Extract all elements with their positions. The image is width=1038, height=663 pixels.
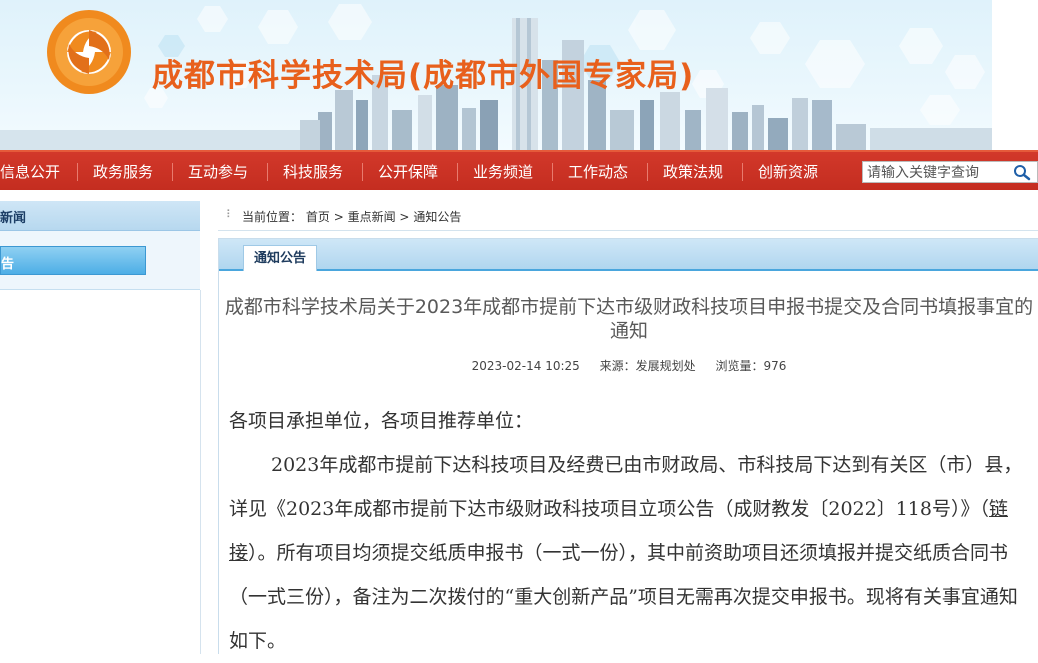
- main-nav: 信息公开 政务服务 互动参与 科技服务 公开保障 业务频道 工作动态 政策法规 …: [0, 150, 1038, 190]
- sidebar-title: 新闻: [0, 211, 27, 226]
- article-views: 浏览量：976: [715, 359, 787, 373]
- sidebar-item-notice[interactable]: 告: [0, 246, 146, 275]
- nav-item-tech-service[interactable]: 科技服务: [283, 152, 343, 190]
- nav-item-business-channel[interactable]: 业务频道: [473, 152, 533, 190]
- article-date: 2023-02-14 10:25: [471, 359, 580, 373]
- nav-item-work-news[interactable]: 工作动态: [568, 152, 628, 190]
- breadcrumb-notice-link[interactable]: 通知公告: [413, 210, 461, 224]
- sidebar-body: [0, 290, 201, 654]
- header-banner: 成都市科学技术局(成都市外国专家局): [0, 0, 1038, 150]
- nav-item-interaction[interactable]: 互动参与: [188, 152, 248, 190]
- nav-divider: [457, 163, 458, 181]
- article-greeting: 各项目承担单位，各项目推荐单位：: [229, 410, 534, 432]
- nav-item-public-guarantee[interactable]: 公开保障: [378, 152, 438, 190]
- breadcrumb-news-link[interactable]: 重点新闻: [348, 210, 396, 224]
- sidebar-item-label: 告: [1, 257, 15, 272]
- nav-divider: [172, 163, 173, 181]
- article-title: 成都市科学技术局关于2023年成都市提前下达市级财政科技项目申报书提交及合同书填…: [224, 296, 1034, 342]
- nav-item-policy[interactable]: 政策法规: [663, 152, 723, 190]
- paragraph-text-start: 2023年成都市提前下达科技项目及经费已由市财政局、市科技局下达到有关区（市）县…: [229, 454, 1023, 520]
- search-input[interactable]: [863, 163, 1013, 183]
- nav-divider: [647, 163, 648, 181]
- banner-edge: [992, 0, 1038, 150]
- article-meta: 2023-02-14 10:25 来源：发展规划处 浏览量：976: [219, 357, 1038, 374]
- nav-item-innovation[interactable]: 创新资源: [758, 152, 818, 190]
- site-title[interactable]: 成都市科学技术局(成都市外国专家局): [152, 50, 694, 95]
- search-icon[interactable]: [1013, 164, 1031, 182]
- article-paragraph: 2023年成都市提前下达科技项目及经费已由市财政局、市科技局下达到有关区（市）县…: [229, 443, 1029, 663]
- nav-divider: [267, 163, 268, 181]
- nav-item-government-service[interactable]: 政务服务: [93, 152, 153, 190]
- nav-divider: [362, 163, 363, 181]
- article-body: 各项目承担单位，各项目推荐单位： 2023年成都市提前下达科技项目及经费已由市财…: [229, 399, 1029, 663]
- breadcrumb-marker-icon: ⠇: [226, 208, 234, 221]
- breadcrumb-separator: >: [333, 210, 344, 224]
- tab-notice[interactable]: 通知公告: [243, 245, 317, 271]
- breadcrumb-home-link[interactable]: 首页: [306, 210, 330, 224]
- sidebar-header: 新闻: [0, 201, 200, 231]
- breadcrumb-prefix: 当前位置：: [242, 210, 303, 224]
- article-source: 来源：发展规划处: [599, 359, 696, 373]
- nav-divider: [552, 163, 553, 181]
- site-logo[interactable]: [45, 8, 133, 96]
- breadcrumb: ⠇ 当前位置： 首页 > 重点新闻 > 通知公告: [218, 201, 1038, 231]
- tab-bar: 通知公告: [219, 239, 1038, 271]
- search-box: [862, 161, 1038, 183]
- nav-item-info-public[interactable]: 信息公开: [0, 152, 60, 190]
- breadcrumb-separator: >: [399, 210, 410, 224]
- nav-divider: [77, 163, 78, 181]
- article-container: 通知公告 成都市科学技术局关于2023年成都市提前下达市级财政科技项目申报书提交…: [218, 238, 1038, 654]
- nav-divider: [742, 163, 743, 181]
- paragraph-text-end: ）。所有项目均须提交纸质申报书（一式一份），其中前资助项目还须填报并提交纸质合同…: [229, 542, 1018, 652]
